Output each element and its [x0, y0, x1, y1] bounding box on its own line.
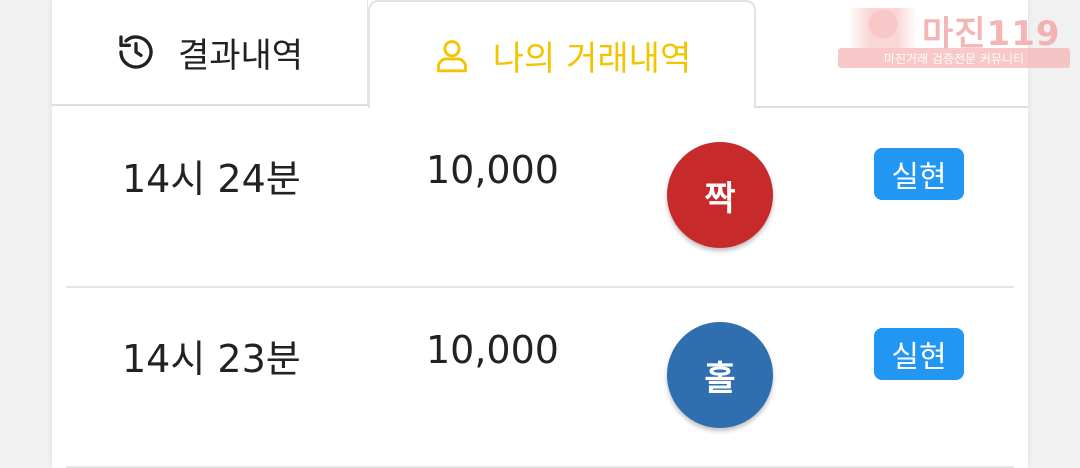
list-item: 14시 23분 10,000 홀 실현 — [66, 288, 1014, 468]
tab-results-label: 결과내역 — [177, 35, 304, 76]
trade-time: 14시 23분 — [122, 337, 301, 381]
pick-chip-even: 짝 — [667, 142, 773, 248]
eagle-emblem-icon — [848, 8, 918, 48]
user-icon — [436, 40, 467, 73]
history-icon — [119, 35, 153, 69]
trade-amount: 10,000 — [426, 328, 559, 372]
tab-results[interactable]: 결과내역 — [52, 0, 368, 106]
trade-amount: 10,000 — [426, 148, 559, 192]
status-badge: 실현 — [874, 148, 964, 200]
tab-my-trades[interactable]: 나의 거래내역 — [368, 0, 756, 108]
list-item: 14시 24분 10,000 짝 실현 — [66, 108, 1014, 288]
watermark: 마진119 마진거래 검증전문 커뮤니티 — [838, 6, 1070, 68]
status-badge: 실현 — [874, 328, 964, 380]
trade-time: 14시 24분 — [122, 157, 301, 201]
tab-my-trades-label: 나의 거래내역 — [492, 38, 692, 79]
pick-chip-odd: 홀 — [667, 322, 773, 428]
watermark-tagline: 마진거래 검증전문 커뮤니티 — [838, 48, 1070, 68]
